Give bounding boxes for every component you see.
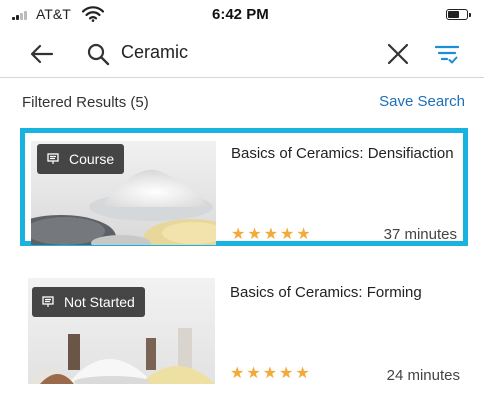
wifi-icon [82,6,104,22]
document-icon [42,296,54,307]
course-duration: 24 minutes [386,367,460,384]
course-title: Basics of Ceramics: Forming [230,284,422,301]
search-icon [87,43,110,66]
course-duration: 37 minutes [383,226,457,243]
status-bar: AT&T 6:42 PM [0,0,484,28]
results-header: Filtered Results (5) Save Search [0,86,484,116]
save-search-link[interactable]: Save Search [379,93,465,110]
star-rating: ★★★★★ [230,365,312,382]
filter-icon[interactable] [434,42,460,66]
results-count: Filtered Results (5) [22,94,149,111]
result-card-forming[interactable]: Not Started Basics of Ceramics: Forming … [20,276,468,394]
battery-icon [446,9,471,20]
badge-label: Not Started [64,294,135,310]
search-bar: Ceramic [0,30,484,78]
close-icon[interactable] [385,41,411,67]
back-arrow-icon[interactable] [26,38,58,70]
status-time: 6:42 PM [212,6,269,23]
carrier-name: AT&T [36,6,71,22]
search-input[interactable]: Ceramic [121,42,188,63]
course-title: Basics of Ceramics: Densifiaction [231,145,454,162]
result-card-densification[interactable]: Course Basics of Ceramics: Densifiaction… [20,128,468,246]
signal-icon [12,10,32,20]
star-rating: ★★★★★ [231,226,313,243]
badge-label: Course [69,151,115,167]
document-icon [47,153,59,164]
status-badge: Not Started [32,287,145,317]
status-badge: Course [37,144,125,174]
